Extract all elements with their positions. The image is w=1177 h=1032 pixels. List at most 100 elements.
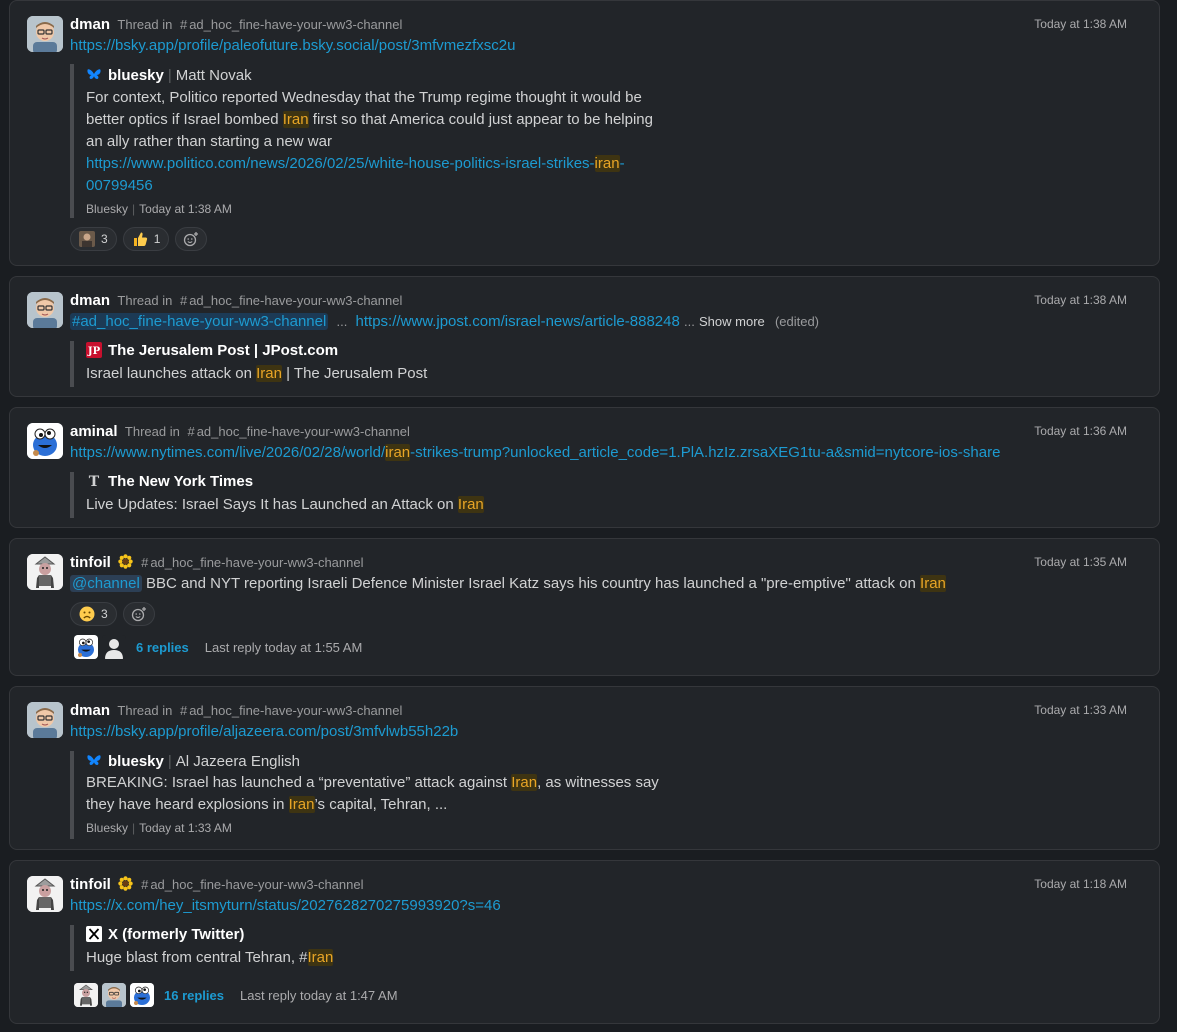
unfurl-source[interactable]: bluesky <box>108 753 164 770</box>
add-reaction-button[interactable] <box>175 227 208 251</box>
avatar[interactable] <box>27 876 63 912</box>
unfurl-source[interactable]: The New York Times <box>108 473 253 490</box>
svg-text:T: T <box>89 474 100 489</box>
unfurl-source[interactable]: The Jerusalem Post | JPost.com <box>108 342 338 359</box>
channel-name[interactable]: ad_hoc_fine-have-your-ww3-channel <box>189 17 402 32</box>
message-card: tinfoil # ad_hoc_fine-have-your-ww3-chann… <box>9 860 1160 1024</box>
message-header: dman Thread in # ad_hoc_fine-have-your-ww… <box>70 16 402 34</box>
thread-prefix: Thread in <box>117 703 173 718</box>
message-header: dman Thread in # ad_hoc_fine-have-your-ww… <box>70 702 402 720</box>
unfurl-footer-time[interactable]: Today at 1:33 AM <box>139 821 232 835</box>
message-link[interactable]: https://www.jpost.com/israel-news/articl… <box>356 313 680 330</box>
timestamp[interactable]: Today at 1:33 AM <box>1034 703 1127 717</box>
message-link[interactable]: https://bsky.app/profile/paleofuture.bsk… <box>70 37 516 54</box>
unfurl-body: Israel launches attack on Iran | The Jer… <box>86 365 428 382</box>
bluesky-butterfly-icon <box>86 753 102 769</box>
jpost-logo-icon: JP <box>86 342 102 358</box>
link-unfurl: bluesky | Al Jazeera English BREAKING: Isr… <box>70 751 670 839</box>
add-reaction-button[interactable] <box>122 602 155 626</box>
add-reaction-icon <box>183 231 199 247</box>
edited-label: (edited) <box>774 314 820 329</box>
unfurl-body: Huge blast from central Tehran, #Iran <box>86 949 334 966</box>
search-highlight: Iran <box>920 575 946 592</box>
author-name[interactable]: dman <box>70 292 110 309</box>
channel-name[interactable]: ad_hoc_fine-have-your-ww3-channel <box>150 877 363 892</box>
channel-name[interactable]: ad_hoc_fine-have-your-ww3-channel <box>150 555 363 570</box>
channel-mention[interactable]: @channel <box>70 575 142 592</box>
search-highlight: Iran <box>457 496 484 513</box>
replier-avatar <box>102 635 126 659</box>
channel-name[interactable]: ad_hoc_fine-have-your-ww3-channel <box>189 703 402 718</box>
message-card: aminal Thread in # ad_hoc_fine-have-your-… <box>9 407 1160 528</box>
unfurl-body: BREAKING: Israel has launched a “prevent… <box>86 774 659 813</box>
message-header: aminal Thread in # ad_hoc_fine-have-your-… <box>70 423 410 441</box>
channel-hash-icon: # <box>179 293 188 308</box>
replies-link[interactable]: 6 replies <box>136 640 189 655</box>
reaction-count: 3 <box>101 232 108 246</box>
avatar[interactable] <box>27 423 63 459</box>
message-link[interactable]: https://bsky.app/profile/aljazeera.com/p… <box>70 723 458 740</box>
sunflower-status-icon <box>118 876 134 891</box>
author-name[interactable]: dman <box>70 702 110 719</box>
channel-name[interactable]: ad_hoc_fine-have-your-ww3-channel <box>197 424 410 439</box>
message-link[interactable]: https://x.com/hey_itsmyturn/status/20276… <box>70 897 501 914</box>
message-link[interactable]: https://www.nytimes.com/live/2026/02/28/… <box>70 444 1000 461</box>
message-card: dman Thread in # ad_hoc_fine-have-your-ww… <box>9 0 1160 266</box>
unfurl-footer-source: Bluesky <box>86 821 129 835</box>
unfurl-source[interactable]: bluesky <box>108 67 164 84</box>
channel-name[interactable]: ad_hoc_fine-have-your-ww3-channel <box>189 293 402 308</box>
message-header: tinfoil # ad_hoc_fine-have-your-ww3-chann… <box>70 554 364 572</box>
unfurl-body: For context, Politico reported Wednesday… <box>86 89 653 194</box>
search-highlight: Iran <box>256 365 282 382</box>
link-unfurl: bluesky | Matt Novak For context, Politico… <box>70 64 690 218</box>
replier-avatar <box>74 635 98 659</box>
unfurl-source[interactable]: X (formerly Twitter) <box>108 926 244 943</box>
thread-summary[interactable]: 6 replies Last reply today at 1:55 AM <box>74 635 362 659</box>
x-logo-icon <box>86 926 102 942</box>
timestamp[interactable]: Today at 1:18 AM <box>1034 877 1127 891</box>
search-highlight: Iran <box>282 111 309 128</box>
replier-avatar <box>74 983 98 1007</box>
link-unfurl: X (formerly Twitter) Huge blast from cen… <box>70 925 370 971</box>
nyt-logo-icon: T <box>89 474 100 489</box>
timestamp[interactable]: Today at 1:38 AM <box>1034 17 1127 31</box>
timestamp[interactable]: Today at 1:38 AM <box>1034 293 1127 307</box>
author-name[interactable]: tinfoil <box>70 554 111 571</box>
unfurl-url-cont[interactable]: 00799456 <box>86 177 153 194</box>
replier-avatar <box>102 983 126 1007</box>
unfurl-footer-time[interactable]: Today at 1:38 AM <box>139 202 232 216</box>
author-name[interactable]: tinfoil <box>70 876 111 893</box>
message-card: dman Thread in # ad_hoc_fine-have-your-ww… <box>9 686 1160 850</box>
reaction-thumbs-up[interactable]: 1 <box>122 227 170 251</box>
replies-link[interactable]: 16 replies <box>164 988 224 1003</box>
avatar[interactable] <box>27 554 63 590</box>
avatar[interactable] <box>27 702 63 738</box>
author-name[interactable]: aminal <box>70 423 118 440</box>
author-name[interactable]: dman <box>70 16 110 33</box>
thread-summary[interactable]: 16 replies Last reply today at 1:47 AM <box>74 983 398 1007</box>
channel-hash-icon: # <box>179 17 188 32</box>
reaction-frowning-face[interactable]: 3 <box>70 602 117 626</box>
add-reaction-icon <box>131 606 147 622</box>
search-highlight: Iran <box>511 774 538 791</box>
channel-hash-icon: # <box>179 703 188 718</box>
show-more-button[interactable]: Show more <box>699 314 765 329</box>
sunflower-status-icon <box>118 554 134 569</box>
avatar[interactable] <box>27 292 63 328</box>
timestamp[interactable]: Today at 1:35 AM <box>1034 555 1127 569</box>
message-text: @channel BBC and NYT reporting Israeli D… <box>70 575 946 592</box>
avatar[interactable] <box>27 16 63 52</box>
unfurl-url[interactable]: https://www.politico.com/news/2026/02/25… <box>86 155 625 172</box>
channel-hash-icon: # <box>187 424 195 439</box>
timestamp[interactable]: Today at 1:36 AM <box>1034 424 1127 438</box>
last-reply-time: Last reply today at 1:47 AM <box>240 987 398 1003</box>
reaction-custom-avatar[interactable]: 3 <box>70 227 117 251</box>
message-header: tinfoil # ad_hoc_fine-have-your-ww3-chann… <box>70 876 364 894</box>
thumbs-up-icon <box>133 232 147 246</box>
link-unfurl: JP The Jerusalem Post | JPost.com Israel … <box>70 341 470 387</box>
thread-prefix: Thread in <box>124 424 180 439</box>
bluesky-butterfly-icon <box>86 67 102 83</box>
channel-link[interactable]: #ad_hoc_fine-have-your-ww3-channel <box>70 313 329 330</box>
separator-dots: ... <box>336 314 348 329</box>
unfurl-footer-source: Bluesky <box>86 202 129 216</box>
